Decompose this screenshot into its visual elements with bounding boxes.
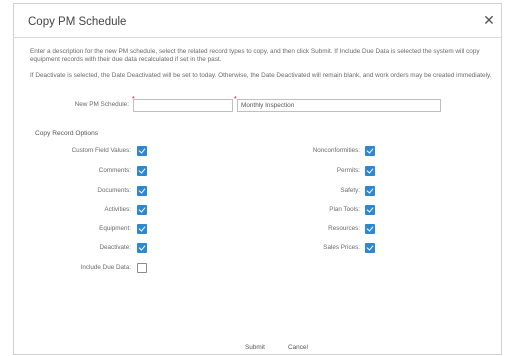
option-label: Comments: [98,167,131,174]
cancel-button[interactable]: Cancel [288,344,308,351]
option-label: Include Due Data: [80,264,131,271]
new-pm-schedule-label: New PM Schedule: [74,101,129,108]
pm-description-input[interactable]: Monthly Inspection [237,99,441,112]
option-label: Permits: [336,167,360,174]
option-label: Equipment: [99,225,131,232]
copy-record-options-heading: Copy Record Options [35,130,99,137]
option-label: Plan Tools: [329,206,360,213]
submit-button[interactable]: Submit [245,344,265,351]
plan-tools-checkbox[interactable] [365,205,375,215]
option-label: Safety: [340,187,360,194]
deactivate-checkbox[interactable] [137,243,147,253]
option-label: Activities: [104,206,131,213]
close-icon[interactable]: ✕ [481,12,497,28]
documents-checkbox[interactable] [137,186,147,196]
screen: Copy PM Schedule ✕ Enter a description f… [0,0,514,356]
pm-code-input[interactable] [133,99,233,112]
option-label: Resources: [328,225,360,232]
safety-checkbox[interactable] [365,186,375,196]
option-label: Documents: [97,187,131,194]
option-label: Sales Prices: [323,244,360,251]
activities-checkbox[interactable] [137,205,147,215]
equipment-checkbox[interactable] [137,224,147,234]
comments-checkbox[interactable] [137,166,147,176]
permits-checkbox[interactable] [365,166,375,176]
sales-prices-checkbox[interactable] [365,243,375,253]
option-label: Nonconformities: [312,147,360,154]
option-label: Custom Field Values: [71,147,131,154]
include-due-data-checkbox[interactable] [137,263,147,273]
title-divider [14,37,501,38]
nonconformities-checkbox[interactable] [365,146,375,156]
copy-pm-schedule-dialog: Copy PM Schedule ✕ Enter a description f… [13,3,502,355]
dialog-title: Copy PM Schedule [28,16,127,28]
description-text-2: If Deactivate is selected, the Date Deac… [30,72,492,79]
option-label: Deactivate: [99,244,132,251]
custom-field-values-checkbox[interactable] [137,146,147,156]
description-text-1: Enter a description for the new PM sched… [30,48,480,64]
resources-checkbox[interactable] [365,224,375,234]
